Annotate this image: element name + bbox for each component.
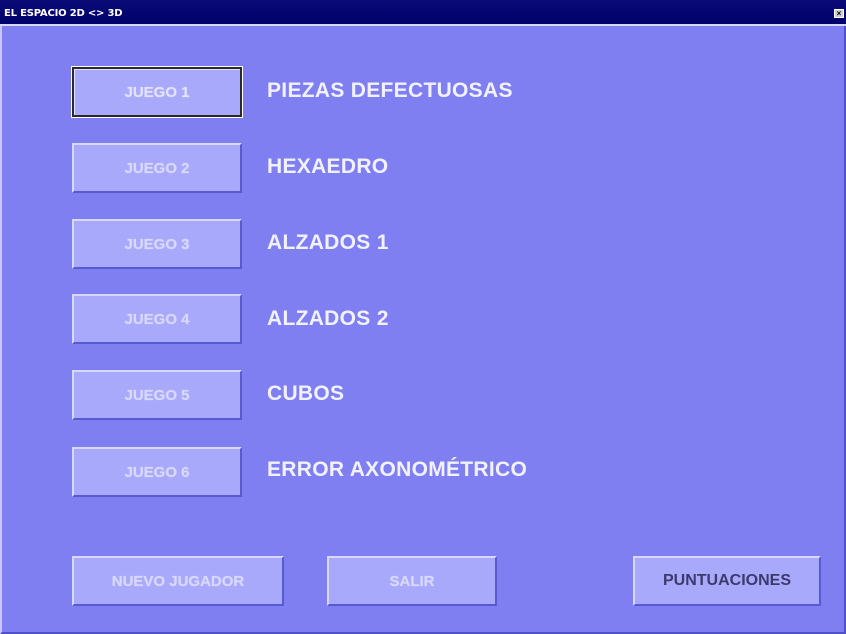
game-1-button[interactable]: JUEGO 1: [71, 66, 243, 118]
title-bar[interactable]: EL ESPACIO 2D <> 3D ×: [0, 0, 846, 26]
game-4-button[interactable]: JUEGO 4: [72, 294, 242, 344]
game-3-button[interactable]: JUEGO 3: [72, 219, 242, 269]
game-5-button[interactable]: JUEGO 5: [72, 370, 242, 420]
new-player-button[interactable]: NUEVO JUGADOR: [72, 556, 284, 606]
game-6-button[interactable]: JUEGO 6: [72, 447, 242, 497]
game-3-label: ALZADOS 1: [267, 231, 389, 254]
game-2-label: HEXAEDRO: [267, 155, 389, 178]
game-6-label: ERROR AXONOMÉTRICO: [267, 458, 528, 481]
game-2-button[interactable]: JUEGO 2: [72, 143, 242, 193]
close-icon[interactable]: ×: [834, 9, 844, 18]
game-5-label: CUBOS: [267, 382, 345, 405]
game-1-label: PIEZAS DEFECTUOSAS: [267, 79, 513, 102]
game-4-label: ALZADOS 2: [267, 307, 389, 330]
exit-button[interactable]: SALIR: [327, 556, 497, 606]
window-title: EL ESPACIO 2D <> 3D: [4, 8, 123, 19]
scores-button[interactable]: PUNTUACIONES: [633, 556, 821, 606]
